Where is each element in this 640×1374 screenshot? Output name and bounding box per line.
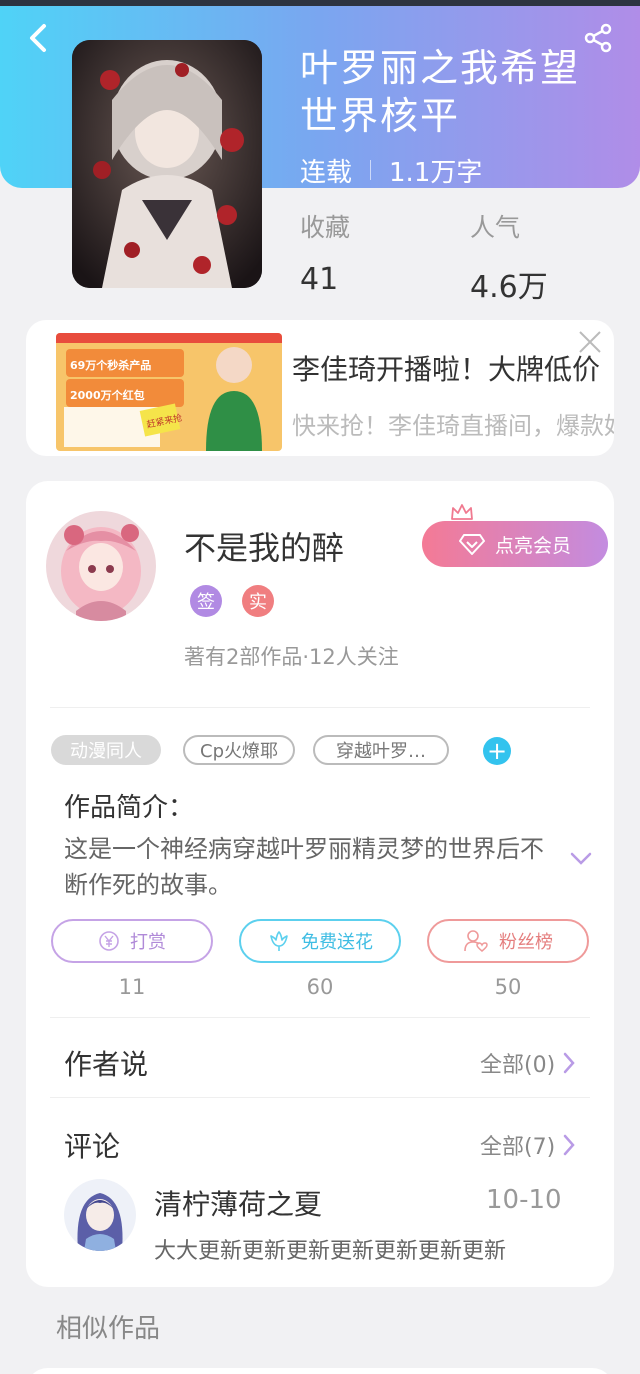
- flower-icon: [270, 931, 288, 951]
- serial-status: 连载: [300, 157, 353, 188]
- comments-all-label: 全部(7): [480, 1135, 556, 1160]
- status-divider: [370, 160, 372, 180]
- book-cover[interactable]: [72, 40, 262, 288]
- author-say-all-link[interactable]: 全部(0): [480, 1047, 575, 1079]
- tag-item[interactable]: Cp火燎耶: [183, 735, 295, 765]
- badge-signed: 签: [190, 585, 222, 617]
- stat-value: 41: [300, 262, 339, 297]
- author-avatar[interactable]: [46, 511, 156, 621]
- book-title: 叶罗丽之我希望世界核平: [300, 46, 581, 138]
- author-say-all-label: 全部(0): [480, 1053, 556, 1078]
- chevron-right-icon: [563, 1134, 575, 1156]
- comment-text[interactable]: 大大更新更新更新更新更新更新更新: [154, 1233, 506, 1265]
- crown-icon: [451, 504, 473, 520]
- vip-button[interactable]: 点亮会员: [422, 521, 608, 567]
- commenter-name[interactable]: 清柠薄荷之夏: [154, 1183, 322, 1223]
- add-tag-button[interactable]: +: [483, 737, 511, 765]
- stat-value: 4.6万: [470, 270, 548, 305]
- stat-favorites: 收藏 41: [300, 208, 350, 297]
- send-flower-label: 免费送花: [301, 932, 373, 953]
- word-count: 1.1万字: [389, 157, 483, 188]
- tip-button[interactable]: 打赏: [51, 919, 213, 963]
- vip-button-label: 点亮会员: [494, 534, 571, 557]
- divider: [50, 1017, 590, 1018]
- comments-all-link[interactable]: 全部(7): [480, 1129, 575, 1161]
- tip-label: 打赏: [130, 932, 166, 953]
- ad-banner-text-1: 69万个秒杀产品: [70, 358, 151, 372]
- intro-text: 这是一个神经病穿越叶罗丽精灵梦的世界后不断作死的故事。: [64, 835, 544, 899]
- commenter-avatar[interactable]: [64, 1179, 136, 1251]
- fans-icon: [464, 930, 488, 952]
- ad-title[interactable]: 李佳琦开播啦！大牌低价: [292, 348, 614, 388]
- flower-count: 60: [306, 975, 334, 999]
- chevron-right-icon: [563, 1052, 575, 1074]
- divider: [50, 707, 590, 708]
- tag-category[interactable]: 动漫同人: [51, 735, 161, 765]
- expand-intro-button[interactable]: [570, 851, 592, 870]
- book-status-row: 连载 1.1万字: [300, 150, 482, 190]
- fans-rank-label: 粉丝榜: [499, 932, 553, 953]
- ad-banner-image[interactable]: 69万个秒杀产品 2000万个红包 赶紧来抢: [56, 333, 282, 451]
- similar-works-title: 相似作品: [56, 1314, 161, 1344]
- tag-item[interactable]: 穿越叶罗…: [313, 735, 449, 765]
- fans-count: 50: [494, 975, 522, 999]
- book-detail-card: 不是我的醉 点亮会员 签 实 著有2部作品·12人关注 动漫同人 Cp火燎耶 穿…: [26, 481, 614, 1287]
- stat-popularity: 人气 4.6万: [470, 208, 548, 306]
- tip-count: 11: [118, 975, 146, 999]
- fans-rank-button[interactable]: 粉丝榜: [427, 919, 589, 963]
- diamond-icon: [458, 534, 485, 555]
- ad-banner-text-2: 2000万个红包: [70, 388, 145, 402]
- comment-date: 10-10: [486, 1185, 562, 1215]
- yen-icon: [99, 931, 119, 951]
- comments-title: 评论: [64, 1130, 121, 1163]
- plus-icon: +: [486, 737, 508, 765]
- send-flower-button[interactable]: 免费送花: [239, 919, 401, 963]
- back-icon: [30, 24, 46, 52]
- stat-label: 人气: [470, 213, 521, 242]
- ad-card[interactable]: 69万个秒杀产品 2000万个红包 赶紧来抢 李佳琦开播啦！大牌低价 快来抢！李…: [26, 320, 614, 456]
- divider: [50, 1097, 590, 1098]
- ad-description: 快来抢！李佳琦直播间，爆款好物: [292, 412, 614, 440]
- author-name[interactable]: 不是我的醉: [184, 523, 344, 569]
- similar-works-card: [26, 1368, 614, 1374]
- badge-verified: 实: [242, 585, 274, 617]
- stat-label: 收藏: [300, 213, 351, 242]
- back-button[interactable]: [18, 18, 58, 58]
- author-meta: 著有2部作品·12人关注: [184, 645, 399, 669]
- intro-title: 作品简介：: [64, 793, 195, 823]
- author-say-title: 作者说: [64, 1048, 149, 1081]
- chevron-down-icon: [570, 852, 592, 865]
